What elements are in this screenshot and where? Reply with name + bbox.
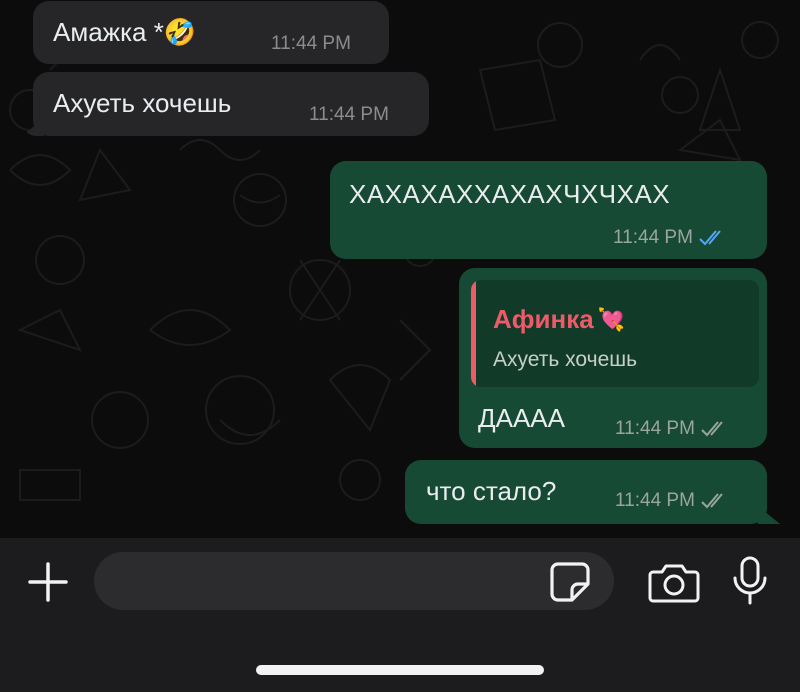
camera-icon[interactable] bbox=[647, 560, 701, 604]
reply-sender: Афинка 💘 bbox=[493, 304, 626, 334]
reply-accent-bar bbox=[471, 280, 476, 387]
double-check-icon bbox=[701, 421, 723, 437]
message-text: что стало? bbox=[426, 476, 557, 506]
message-time: 11:44 PM bbox=[615, 418, 695, 439]
message-status: 11:44 PM bbox=[613, 227, 727, 249]
message-text: ДАААА bbox=[478, 403, 565, 433]
message-status: 11:44 PM bbox=[615, 490, 729, 512]
emoji: 💘 bbox=[597, 306, 626, 332]
message-status: 11:44 PM bbox=[615, 418, 729, 440]
message-text: Ахуеть хочешь bbox=[53, 88, 232, 118]
outgoing-message[interactable]: ХАХАХАХХАХАХЧХЧХАХ 11:44 PM bbox=[330, 161, 767, 259]
emoji: 🤣 bbox=[163, 17, 197, 47]
message-time: 11:44 PM bbox=[615, 490, 695, 511]
incoming-message[interactable]: Амажка *🤣 11:44 PM bbox=[33, 1, 389, 64]
outgoing-message[interactable]: что стало? 11:44 PM bbox=[405, 460, 767, 524]
home-indicator[interactable] bbox=[256, 665, 544, 675]
message-text: ХАХАХАХХАХАХЧХЧХАХ bbox=[349, 179, 671, 209]
double-check-icon bbox=[699, 230, 721, 246]
message-time: 11:44 PM bbox=[613, 227, 693, 248]
message-text: Амажка *🤣 bbox=[53, 17, 197, 47]
message-time: 11:44 PM bbox=[271, 33, 351, 54]
reply-quote[interactable]: Афинка 💘 Ахуеть хочешь bbox=[471, 280, 759, 387]
incoming-message[interactable]: Ахуеть хочешь 11:44 PM bbox=[33, 72, 429, 136]
sticker-icon[interactable] bbox=[548, 560, 592, 604]
plus-icon[interactable] bbox=[26, 560, 70, 604]
microphone-icon[interactable] bbox=[730, 556, 770, 606]
chat-area[interactable]: Амажка *🤣 11:44 PM Ахуеть хочешь 11:44 P… bbox=[0, 0, 800, 538]
message-input[interactable] bbox=[94, 552, 614, 610]
double-check-icon bbox=[701, 493, 723, 509]
reply-text: Ахуеть хочешь bbox=[493, 348, 638, 371]
outgoing-message[interactable]: Афинка 💘 Ахуеть хочешь ДАААА 11:44 PM bbox=[459, 268, 767, 448]
message-time: 11:44 PM bbox=[309, 104, 389, 125]
